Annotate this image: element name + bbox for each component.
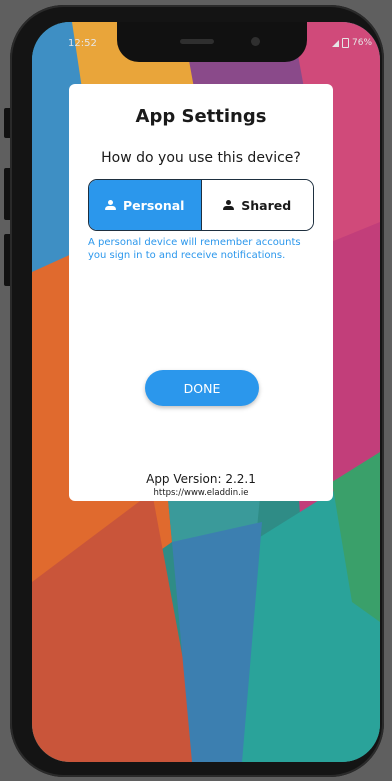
signal-icon: [332, 39, 339, 47]
battery-icon: [342, 38, 349, 48]
status-icons: 76%: [332, 38, 372, 48]
phone-notch: [117, 22, 307, 62]
person-icon: [223, 200, 235, 210]
device-stage: 12:52 76% App Settings How do you use th…: [0, 0, 392, 781]
usage-question: How do you use this device?: [101, 150, 301, 166]
personal-option-button[interactable]: Personal: [89, 180, 201, 230]
app-settings-dialog: App Settings How do you use this device?…: [69, 84, 333, 501]
front-camera: [251, 37, 260, 46]
website-url: https://www.eladdin.ie: [153, 488, 249, 498]
shared-option-button[interactable]: Shared: [200, 180, 313, 230]
phone-frame: 12:52 76% App Settings How do you use th…: [10, 5, 384, 777]
device-usage-toggle: Personal Shared: [88, 179, 314, 231]
personal-device-hint: A personal device will remember accounts…: [88, 237, 301, 261]
battery-level: 76%: [352, 38, 373, 48]
person-icon: [105, 200, 117, 210]
speaker-grille: [180, 39, 214, 44]
dialog-title: App Settings: [135, 106, 267, 127]
personal-option-label: Personal: [123, 197, 185, 213]
done-button[interactable]: DONE: [145, 370, 259, 406]
shared-option-label: Shared: [241, 197, 292, 213]
status-time: 12:52: [68, 38, 97, 49]
app-version: App Version: 2.2.1: [146, 472, 256, 486]
